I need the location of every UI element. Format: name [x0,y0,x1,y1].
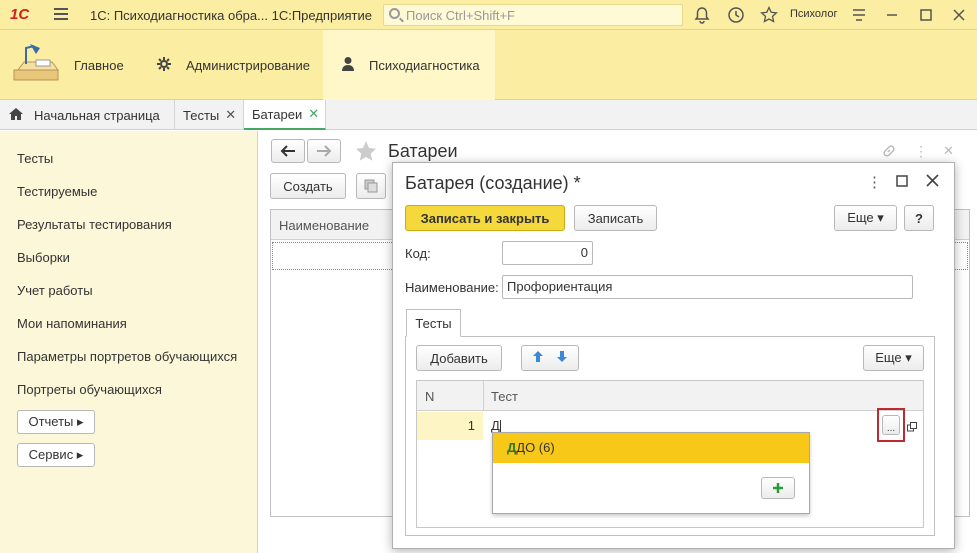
sidebar: Тесты Тестируемые Результаты тестировани… [0,131,258,553]
person-icon [341,56,355,75]
create-button[interactable]: Создать [270,173,346,199]
user-name[interactable]: Психолог [790,8,837,20]
close-icon[interactable] [926,174,939,190]
forward-button[interactable] [307,139,341,163]
copy-icon [364,179,378,193]
tab-home[interactable]: Начальная страница [0,100,175,130]
desk-lamp-icon [10,42,62,89]
more-actions-button[interactable]: Еще ▾ [834,205,897,231]
sidebar-item-reminders[interactable]: Мои напоминания [17,316,127,331]
bell-icon[interactable] [693,6,711,24]
column-header-n[interactable]: N [425,389,434,404]
tab-batteries-label: Батареи [252,106,303,122]
sidebar-item-portrait-params[interactable]: Параметры портретов обучающихся [17,349,237,364]
section-main-label: Главное [74,57,124,73]
autocomplete-dropdown: ДДО (6) [492,432,810,514]
dropdown-item-match: Д [507,440,517,455]
close-form-icon[interactable]: ✕ [943,143,954,159]
section-panel: Главное Администрирование Психодиагности… [0,30,977,100]
open-windows-bar: Начальная страница Тесты ✕ Батареи ✕ [0,100,977,130]
tests-tab-panel: Добавить Еще ▾ N Тест 1 Д ... ДДО (6) [405,336,935,536]
service-button[interactable]: Сервис ▸ [17,443,95,467]
code-field[interactable]: 0 [502,241,593,265]
tab-batteries[interactable]: Батареи ✕ [244,100,326,130]
dropdown-item-rest: ДО (6) [516,440,555,455]
settings-menu-icon[interactable] [850,6,868,24]
row-number: 1 [417,412,483,440]
help-button[interactable]: ? [904,205,934,231]
history-icon[interactable] [727,6,745,24]
sidebar-item-tests[interactable]: Тесты [17,151,53,166]
section-main[interactable]: Главное [10,30,140,100]
save-and-close-button[interactable]: Записать и закрыть [405,205,565,231]
minimize-icon[interactable] [883,6,901,24]
arrow-up-icon[interactable] [532,350,544,366]
close-tab-icon[interactable]: ✕ [225,107,236,123]
app-logo: 1С [10,6,30,23]
tab-tests[interactable]: Тесты [406,309,461,337]
battery-create-dialog: Батарея (создание) * ⋮ Записать и закрыт… [392,162,955,549]
main-menu-icon[interactable] [54,8,68,20]
arrow-right-icon [317,145,332,157]
arrow-left-icon [280,145,295,157]
column-header-test[interactable]: Тест [491,389,518,404]
name-field[interactable]: Профориентация [502,275,913,299]
tests-table-header: N Тест [417,381,923,411]
section-administration[interactable]: Администрирование [156,30,321,100]
choose-button[interactable]: ... [882,415,900,435]
dialog-title: Батарея (создание) * [405,173,581,193]
column-header-name[interactable]: Наименование [279,218,369,233]
move-buttons [521,345,579,371]
sidebar-item-work-log[interactable]: Учет работы [17,283,93,298]
name-label: Наименование: [405,280,499,295]
test-input-value: Д [491,418,500,433]
add-button[interactable]: Добавить [416,345,502,371]
section-psychodiagnostics[interactable]: Психодиагностика [323,30,495,100]
search-input[interactable]: Поиск Ctrl+Shift+F [383,4,683,26]
maximize-icon[interactable] [917,6,935,24]
search-placeholder: Поиск Ctrl+Shift+F [406,8,515,23]
sidebar-item-samples[interactable]: Выборки [17,250,70,265]
gear-icon [156,56,172,75]
highlight-box: ... [877,408,905,442]
close-tab-icon[interactable]: ✕ [308,106,319,122]
tab-tests-label: Тесты [183,107,220,123]
save-button[interactable]: Записать [574,205,657,231]
sidebar-item-testees[interactable]: Тестируемые [17,184,97,199]
star-icon[interactable] [760,5,778,24]
sidebar-item-portraits[interactable]: Портреты обучающихся [17,382,162,397]
section-administration-label: Администрирование [186,57,310,73]
title-bar: 1С 1С: Психодиагностика обра... 1С:Предп… [0,0,977,30]
add-new-button[interactable] [761,477,795,499]
code-label: Код: [405,246,431,261]
window-title: 1С: Психодиагностика обра... 1С:Предприя… [90,8,372,23]
back-button[interactable] [271,139,305,163]
dropdown-item[interactable]: ДДО (6) [493,433,809,463]
link-icon[interactable] [881,143,897,162]
table-more-button[interactable]: Еще ▾ [863,345,924,371]
more-vertical-icon[interactable]: ⋮ [867,173,882,191]
tab-home-label: Начальная страница [34,107,160,123]
maximize-icon[interactable] [896,175,908,190]
plus-icon [773,483,783,493]
arrow-down-icon[interactable] [556,350,568,366]
search-icon [389,8,400,19]
tab-tests[interactable]: Тесты ✕ [175,100,244,130]
favorite-star-icon[interactable] [354,140,378,165]
list-form-title: Батареи [388,141,458,161]
close-window-icon[interactable] [950,6,968,24]
sidebar-item-results[interactable]: Результаты тестирования [17,217,172,232]
more-vertical-icon[interactable]: ⋮ [914,143,928,160]
home-icon [8,107,24,124]
reports-button[interactable]: Отчеты ▸ [17,410,95,434]
open-icon[interactable] [907,420,917,435]
copy-button[interactable] [356,173,386,199]
section-psychodiagnostics-label: Психодиагностика [369,57,480,73]
